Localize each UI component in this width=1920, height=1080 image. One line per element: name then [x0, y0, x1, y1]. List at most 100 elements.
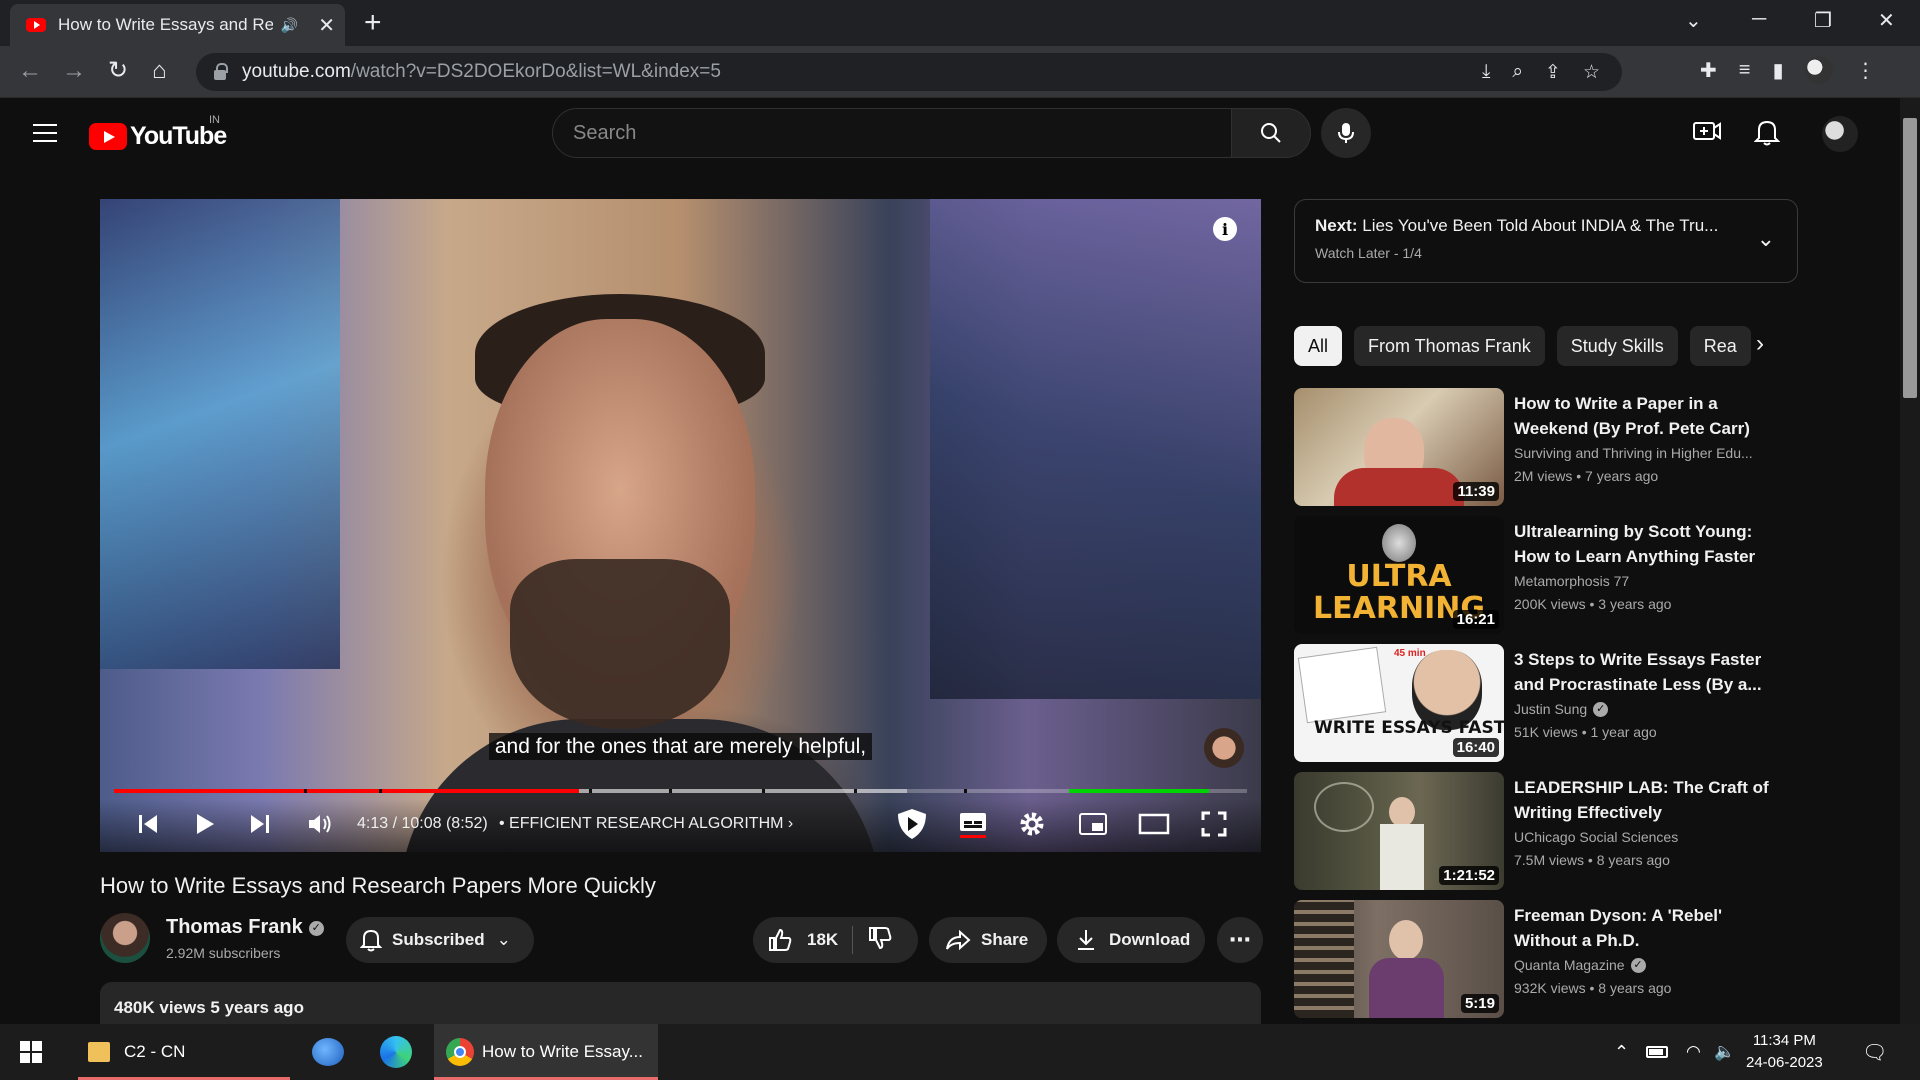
voice-search-button[interactable] [1321, 108, 1371, 158]
side-panel-icon[interactable]: ▮ [1772, 58, 1783, 83]
video-thumbnail[interactable]: 11:39 [1294, 388, 1504, 506]
fullscreen-button[interactable] [1200, 809, 1228, 839]
volume-tray-icon[interactable]: 🔈 [1714, 1024, 1735, 1080]
youtube-logo[interactable]: YouTube IN [89, 114, 227, 151]
back-icon[interactable]: ← [18, 58, 42, 84]
home-icon[interactable]: ⌂ [152, 58, 167, 84]
next-button[interactable] [248, 809, 272, 839]
recommended-video[interactable]: 1:21:52 LEADERSHIP LAB: The Craft of Wri… [1294, 772, 1794, 890]
recommended-title[interactable]: How to Write a Paper in a Weekend (By Pr… [1514, 391, 1784, 441]
recommended-video[interactable]: 45 min WRITE ESSAYS FAST 16:40 3 Steps t… [1294, 644, 1794, 762]
restore-button[interactable]: ❐ [1814, 8, 1832, 33]
recommended-title[interactable]: Freeman Dyson: A 'Rebel' Without a Ph.D. [1514, 903, 1784, 953]
expand-chevron-icon[interactable]: ⌄ [1757, 226, 1775, 252]
scrollbar-thumb[interactable] [1903, 118, 1917, 398]
speaker-icon[interactable]: 🔊 [281, 17, 298, 34]
recommended-title[interactable]: 3 Steps to Write Essays Faster and Procr… [1514, 647, 1784, 697]
subtitles-button[interactable] [958, 809, 988, 839]
taskbar-chrome[interactable]: How to Write Essay... [434, 1024, 658, 1080]
chapter-title[interactable]: • EFFICIENT RESEARCH ALGORITHM › [499, 815, 793, 833]
install-app-icon[interactable]: ⤓ [1482, 61, 1490, 84]
mute-button[interactable] [306, 809, 334, 839]
taskbar-folder[interactable]: C2 - CN [78, 1024, 290, 1080]
recommended-meta: 932K views • 8 years ago [1514, 980, 1672, 996]
wifi-icon[interactable]: ◠ [1686, 1024, 1701, 1080]
browser-menu-icon[interactable]: ⋮ [1855, 58, 1875, 83]
create-video-icon[interactable] [1692, 118, 1722, 149]
account-avatar[interactable] [1822, 116, 1858, 152]
notification-center-icon[interactable]: 🗨 [1862, 1024, 1887, 1080]
system-clock[interactable]: 11:34 PM 24-06-2023 [1746, 1030, 1823, 1074]
bookmark-star-icon[interactable]: ☆ [1583, 61, 1600, 84]
close-tab-icon[interactable]: ✕ [318, 13, 335, 38]
channel-avatar[interactable] [100, 913, 150, 963]
search-button[interactable] [1231, 108, 1311, 158]
sponsorblock-button[interactable] [894, 809, 930, 839]
info-icon[interactable]: i [1213, 217, 1237, 241]
like-button[interactable]: 18K [767, 927, 838, 953]
new-tab-button[interactable]: + [364, 8, 382, 38]
video-player[interactable]: i and for the ones that are merely helpf… [100, 199, 1261, 852]
theater-mode-button[interactable] [1138, 809, 1170, 839]
start-button[interactable] [20, 1024, 42, 1080]
taskbar-outlook[interactable] [312, 1024, 344, 1080]
miniplayer-button[interactable] [1078, 809, 1108, 839]
chip-from-thomas-frank[interactable]: From Thomas Frank [1354, 326, 1545, 366]
progress-bar[interactable] [114, 789, 1247, 793]
previous-icon [139, 815, 157, 833]
page-scrollbar[interactable] [1900, 98, 1920, 1024]
previous-button[interactable] [136, 809, 160, 839]
recommended-title[interactable]: LEADERSHIP LAB: The Craft of Writing Eff… [1514, 775, 1784, 825]
video-thumbnail[interactable]: 45 min WRITE ESSAYS FAST 16:40 [1294, 644, 1504, 762]
guide-menu-icon[interactable] [33, 124, 57, 142]
recommended-channel[interactable]: Surviving and Thriving in Higher Edu... [1514, 445, 1784, 461]
notifications-bell-icon[interactable] [1753, 118, 1781, 151]
recommended-video[interactable]: 11:39 How to Write a Paper in a Weekend … [1294, 388, 1794, 506]
channel-name[interactable]: Thomas Frank ✓ [166, 916, 324, 939]
share-button[interactable]: Share [929, 917, 1047, 963]
close-window-button[interactable]: ✕ [1878, 8, 1895, 33]
subscribed-button[interactable]: Subscribed ⌄ [346, 917, 534, 963]
tab-search-icon[interactable]: ⌄ [1685, 8, 1702, 33]
dislike-button[interactable] [867, 925, 893, 956]
next-title: Lies You've Been Told About INDIA & The … [1362, 216, 1719, 235]
play-button[interactable] [194, 809, 216, 839]
forward-icon[interactable]: → [62, 58, 86, 84]
shield-play-icon [898, 809, 926, 839]
recommended-channel[interactable]: Justin Sung ✓ [1514, 701, 1784, 717]
chip-study-skills[interactable]: Study Skills [1556, 326, 1678, 366]
address-bar[interactable]: youtube.com/watch?v=DS2DOEkorDo&list=WL&… [196, 53, 1622, 91]
browser-tab[interactable]: How to Write Essays and Rese 🔊 ✕ [10, 4, 345, 46]
lock-icon[interactable] [214, 62, 228, 80]
sponsor-segment [1069, 789, 1209, 793]
battery-icon[interactable] [1646, 1024, 1668, 1080]
chip-related[interactable]: Rea [1689, 326, 1751, 366]
media-control-icon[interactable]: ≡ [1739, 59, 1751, 82]
recommended-channel[interactable]: Metamorphosis 77 [1514, 573, 1784, 589]
download-button[interactable]: Download [1057, 917, 1205, 963]
search-input[interactable]: Search [552, 108, 1232, 158]
recommended-video[interactable]: 5:19 Freeman Dyson: A 'Rebel' Without a … [1294, 900, 1794, 1018]
chips-next-arrow-icon[interactable]: › [1756, 330, 1764, 358]
taskbar-edge[interactable] [380, 1024, 412, 1080]
chip-all[interactable]: All [1294, 326, 1343, 366]
recommended-channel[interactable]: UChicago Social Sciences [1514, 829, 1784, 845]
browser-profile-avatar[interactable] [1805, 56, 1834, 84]
playlist-position: Watch Later - 1/4 [1315, 245, 1422, 261]
settings-button[interactable] [1018, 809, 1046, 839]
video-thumbnail[interactable]: 1:21:52 [1294, 772, 1504, 890]
reload-icon[interactable]: ↻ [108, 58, 128, 84]
channel-watermark[interactable] [1204, 728, 1244, 768]
recommended-video[interactable]: ULTRA LEARNING 16:21 Ultralearning by Sc… [1294, 516, 1794, 634]
minimize-button[interactable]: ─ [1752, 8, 1766, 31]
recommended-title[interactable]: Ultralearning by Scott Young: How to Lea… [1514, 519, 1784, 569]
zoom-icon[interactable]: ⌕ [1512, 61, 1523, 84]
recommended-channel[interactable]: Quanta Magazine ✓ [1514, 957, 1784, 973]
video-thumbnail[interactable]: 5:19 [1294, 900, 1504, 1018]
playlist-next-panel[interactable]: Next: Lies You've Been Told About INDIA … [1294, 199, 1798, 283]
more-actions-button[interactable]: ⋯ [1217, 917, 1263, 963]
extensions-puzzle-icon[interactable]: ✚ [1700, 58, 1717, 83]
share-page-icon[interactable]: ⇪ [1545, 61, 1561, 84]
video-thumbnail[interactable]: ULTRA LEARNING 16:21 [1294, 516, 1504, 634]
show-hidden-icons[interactable]: ⌃ [1614, 1024, 1629, 1080]
